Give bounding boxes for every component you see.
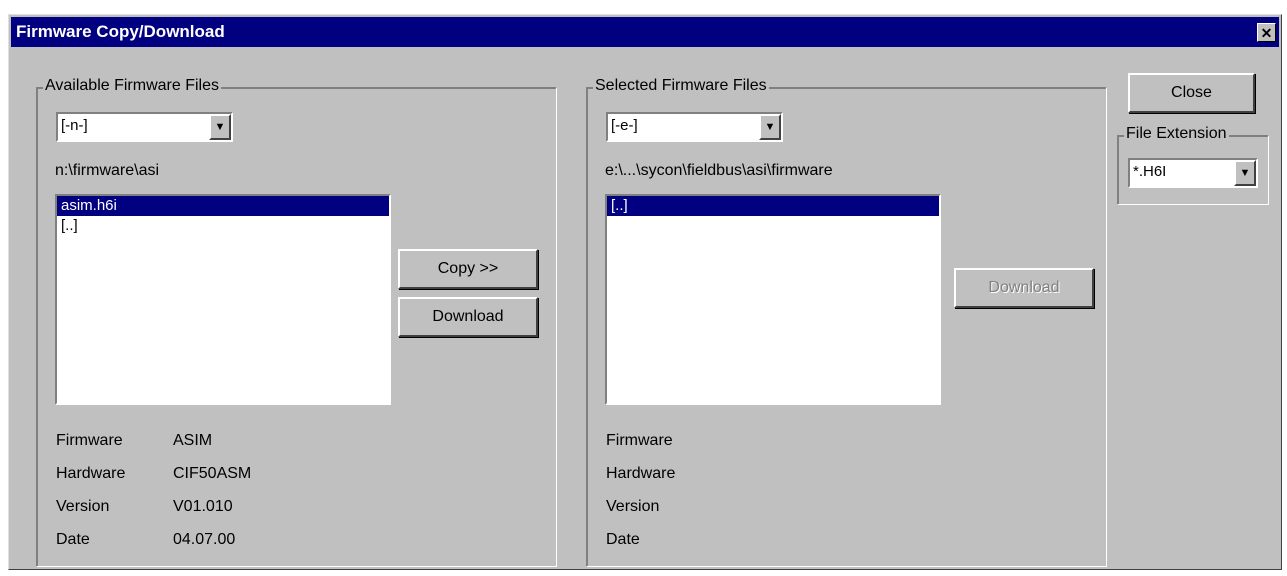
title-bar[interactable]: Firmware Copy/Download ✕ (11, 17, 1279, 47)
selected-files-list[interactable]: [..] (605, 194, 941, 405)
available-files-list[interactable]: asim.h6i [..] (55, 194, 391, 405)
chevron-down-icon[interactable]: ▼ (209, 114, 231, 140)
available-info-label-firmware: Firmware (56, 432, 123, 449)
available-path: n:\firmware\asi (55, 162, 160, 179)
list-item[interactable]: [..] (57, 216, 389, 236)
selected-drive-select[interactable]: [-e-] ▼ (606, 112, 783, 142)
file-extension-group: File Extension *.H6I ▼ (1117, 125, 1269, 205)
list-item[interactable]: [..] (607, 196, 939, 216)
download-button[interactable]: Download (398, 297, 538, 337)
available-group-label: Available Firmware Files (43, 77, 221, 95)
available-info-label-hardware: Hardware (56, 465, 126, 482)
available-info-label-version: Version (56, 498, 110, 515)
selected-files-group: Selected Firmware Files [-e-] ▼ e:\...\s… (586, 77, 1107, 567)
selected-drive-value: [-e-] (611, 117, 638, 134)
available-info-value-version: V01.010 (173, 498, 233, 515)
file-extension-label: File Extension (1124, 125, 1229, 143)
available-info-value-firmware: ASIM (173, 432, 213, 449)
available-info-value-hardware: CIF50ASM (173, 465, 252, 482)
available-info-value-date: 04.07.00 (173, 531, 236, 548)
selected-info-label-firmware: Firmware (606, 432, 673, 449)
selected-path: e:\...\sycon\fieldbus\asi\firmware (605, 162, 833, 179)
selected-info-label-hardware: Hardware (606, 465, 676, 482)
firmware-dialog: Firmware Copy/Download ✕ Available Firmw… (8, 14, 1282, 570)
selected-info-label-date: Date (606, 531, 640, 548)
copy-button[interactable]: Copy >> (398, 249, 538, 289)
available-drive-select[interactable]: [-n-] ▼ (56, 112, 233, 142)
selected-info-label-version: Version (606, 498, 660, 515)
close-button[interactable]: Close (1128, 73, 1255, 113)
selected-group-label: Selected Firmware Files (593, 77, 769, 95)
chevron-down-icon[interactable]: ▼ (1234, 160, 1256, 186)
file-extension-select[interactable]: *.H6I ▼ (1128, 158, 1258, 188)
window-title: Firmware Copy/Download (16, 22, 225, 41)
list-item[interactable]: asim.h6i (57, 196, 389, 216)
available-drive-value: [-n-] (61, 117, 88, 134)
chevron-down-icon[interactable]: ▼ (759, 114, 781, 140)
download-selected-button[interactable]: Download (954, 268, 1094, 308)
close-icon[interactable]: ✕ (1257, 23, 1276, 42)
file-extension-value: *.H6I (1133, 163, 1167, 180)
available-info-label-date: Date (56, 531, 90, 548)
